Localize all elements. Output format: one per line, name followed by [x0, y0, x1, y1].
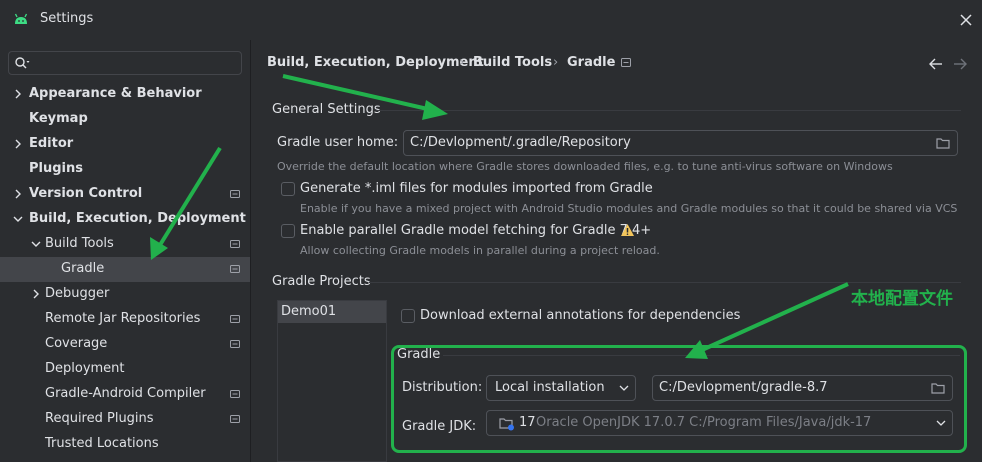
- window-icon: [230, 340, 240, 348]
- distribution-dropdown[interactable]: Local installation: [486, 375, 636, 401]
- chevron-right-icon[interactable]: [13, 189, 23, 199]
- sidebar-item-label: Editor: [29, 136, 74, 151]
- sidebar-item-editor[interactable]: Editor: [0, 132, 250, 157]
- window-icon: [230, 315, 240, 323]
- sidebar-item-label: Debugger: [45, 286, 110, 301]
- sidebar-item-build-execution-deployment[interactable]: Build, Execution, Deployment: [0, 207, 250, 232]
- breadcrumb-separator: ›: [459, 55, 465, 70]
- folder-icon[interactable]: [931, 382, 945, 394]
- window-icon: [230, 390, 240, 398]
- sidebar-item-label: Remote Jar Repositories: [45, 311, 201, 326]
- list-item[interactable]: Demo01: [278, 301, 386, 323]
- gradle-user-home-label: Gradle user home:: [277, 135, 399, 150]
- gradle-projects-list: Demo01: [277, 300, 387, 462]
- sidebar-item-deployment[interactable]: Deployment: [0, 357, 250, 382]
- chevron-down-icon[interactable]: [13, 214, 23, 224]
- search-icon: [15, 57, 30, 69]
- sidebar-item-label: Trusted Locations: [45, 436, 159, 451]
- sidebar-item-required-plugins[interactable]: Required Plugins: [0, 407, 250, 432]
- settings-content: Build, Execution, Deployment › Build Too…: [251, 40, 982, 462]
- section-divider: [376, 110, 961, 111]
- breadcrumb-separator: ›: [553, 55, 559, 70]
- window-icon: [230, 190, 240, 198]
- window-title: Settings: [40, 11, 94, 26]
- breadcrumb-item[interactable]: Build Tools: [473, 55, 552, 70]
- chevron-right-icon[interactable]: [13, 89, 23, 99]
- window-icon: [230, 240, 240, 248]
- annotation-label: 本地配置文件: [851, 289, 953, 309]
- chevron-down-icon[interactable]: [31, 239, 41, 249]
- sidebar-item-label: Build, Execution, Deployment: [29, 211, 246, 226]
- sidebar-item-gradle[interactable]: Gradle: [0, 257, 250, 282]
- section-divider: [369, 282, 961, 283]
- sidebar-item-trusted-locations[interactable]: Trusted Locations: [0, 432, 250, 457]
- chevron-right-icon[interactable]: [13, 139, 23, 149]
- distribution-path-field[interactable]: C:/Devlopment/gradle-8.7: [652, 375, 953, 401]
- sidebar-item-label: Required Plugins: [45, 411, 154, 426]
- sidebar-item-gradle-android-compiler[interactable]: Gradle-Android Compiler: [0, 382, 250, 407]
- sidebar-item-label: Keymap: [29, 111, 88, 126]
- sidebar-item-label: Coverage: [45, 336, 108, 351]
- iml-checkbox[interactable]: [281, 182, 295, 196]
- search-box[interactable]: [8, 51, 242, 75]
- parallel-hint: Allow collecting Gradle models in parall…: [300, 244, 660, 257]
- iml-hint: Enable if you have a mixed project with …: [300, 202, 958, 215]
- sidebar-item-label: Gradle-Android Compiler: [45, 386, 206, 401]
- sidebar-item-remote-jar-repositories[interactable]: Remote Jar Repositories: [0, 307, 250, 332]
- chevron-down-icon: [936, 420, 946, 426]
- breadcrumb-item[interactable]: Gradle: [567, 55, 615, 70]
- warning-icon: [621, 224, 634, 236]
- parallel-label: Enable parallel Gradle model fetching fo…: [300, 223, 652, 238]
- sidebar-item-build-tools[interactable]: Build Tools: [0, 232, 250, 257]
- annotations-checkbox[interactable]: [401, 309, 415, 323]
- search-input[interactable]: [35, 54, 235, 72]
- window-icon: [230, 415, 240, 423]
- project-name: Demo01: [281, 304, 337, 319]
- distribution-value: Local installation: [495, 380, 605, 395]
- sidebar-item-label: Gradle: [61, 261, 105, 276]
- sidebar-item-label: Build Tools: [45, 236, 114, 251]
- folder-icon[interactable]: [936, 137, 950, 149]
- gradle-group-title: Gradle: [397, 347, 441, 362]
- gradle-jdk-dropdown[interactable]: 17 Oracle OpenJDK 17.0.7 C:/Program File…: [486, 410, 953, 436]
- annotations-label: Download external annotations for depend…: [420, 308, 741, 323]
- sidebar-item-version-control[interactable]: Version Control: [0, 182, 250, 207]
- chevron-down-icon: [619, 385, 629, 391]
- gradle-jdk-version: 17: [519, 415, 536, 430]
- gradle-user-home-value: C:/Devlopment/.gradle/Repository: [410, 135, 631, 150]
- general-settings-title: General Settings: [272, 102, 381, 117]
- sidebar-item-debugger[interactable]: Debugger: [0, 282, 250, 307]
- window-icon: [230, 265, 240, 273]
- parallel-checkbox[interactable]: [281, 224, 295, 238]
- sidebar-item-label: Appearance & Behavior: [29, 86, 202, 101]
- breadcrumb-item[interactable]: Build, Execution, Deployment: [267, 55, 484, 70]
- gradle-user-home-field[interactable]: C:/Devlopment/.gradle/Repository: [403, 130, 958, 156]
- window-icon[interactable]: [621, 58, 631, 67]
- title-bar: Settings: [0, 0, 982, 40]
- gradle-projects-title: Gradle Projects: [272, 274, 371, 289]
- gradle-user-home-hint: Override the default location where Grad…: [277, 160, 893, 173]
- sidebar-item-label: Deployment: [45, 361, 125, 376]
- chevron-right-icon[interactable]: [31, 289, 41, 299]
- sidebar-item-appearance-behavior[interactable]: Appearance & Behavior: [0, 82, 250, 107]
- settings-sidebar: Appearance & Behavior Keymap Editor Plugins…: [0, 40, 250, 462]
- gradle-jdk-value: Oracle OpenJDK 17.0.7 C:/Program Files/J…: [536, 415, 872, 430]
- iml-label: Generate *.iml files for modules importe…: [300, 181, 653, 196]
- sidebar-item-coverage[interactable]: Coverage: [0, 332, 250, 357]
- sidebar-item-label: Version Control: [29, 186, 143, 201]
- arrow-left-icon[interactable]: [929, 58, 943, 70]
- arrow-right-icon[interactable]: [953, 58, 967, 70]
- close-icon[interactable]: [958, 12, 974, 28]
- jdk-folder-icon: [499, 418, 514, 431]
- sidebar-item-keymap[interactable]: Keymap: [0, 107, 250, 132]
- distribution-path-value: C:/Devlopment/gradle-8.7: [659, 380, 828, 395]
- sidebar-item-label: Plugins: [29, 161, 83, 176]
- distribution-label: Distribution:: [402, 380, 483, 395]
- android-icon: [14, 13, 28, 24]
- gradle-jdk-label: Gradle JDK:: [402, 419, 477, 434]
- sidebar-item-plugins[interactable]: Plugins: [0, 157, 250, 182]
- section-divider: [443, 355, 960, 356]
